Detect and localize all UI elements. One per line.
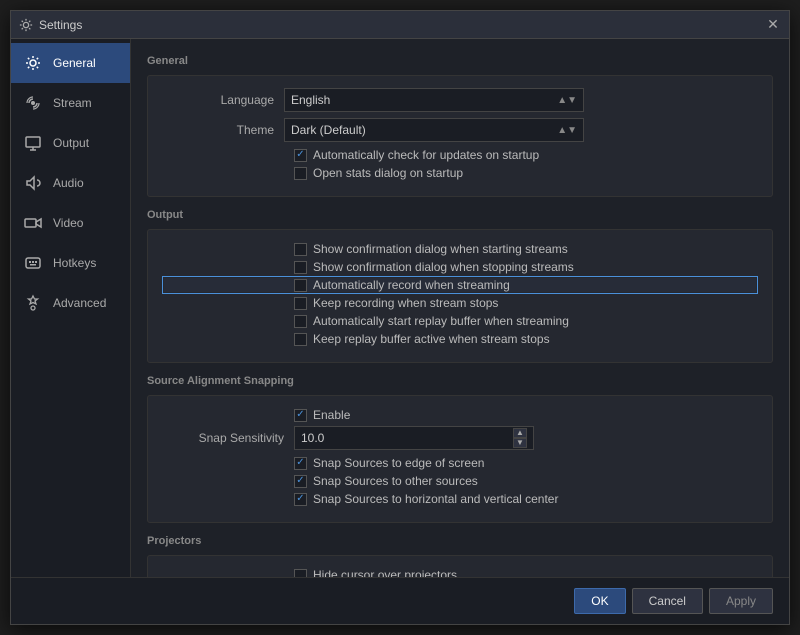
language-value: English bbox=[291, 93, 330, 107]
snap-sensitivity-value: 10.0 bbox=[301, 431, 324, 445]
theme-arrow: ▲▼ bbox=[557, 125, 577, 136]
audio-icon bbox=[23, 173, 43, 193]
snapping-panel: Enable Snap Sensitivity 10.0 ▲ ▼ Snap So… bbox=[147, 395, 773, 523]
sidebar-item-advanced[interactable]: Advanced bbox=[11, 283, 130, 323]
snap-center-row: Snap Sources to horizontal and vertical … bbox=[164, 492, 756, 506]
general-section-label: General bbox=[147, 55, 773, 67]
snap-edge-label: Snap Sources to edge of screen bbox=[313, 456, 484, 470]
confirm-start-row: Show confirmation dialog when starting s… bbox=[164, 242, 756, 256]
main-settings-panel: General Language English ▲▼ Theme Dark (… bbox=[131, 39, 789, 577]
auto-record-row: Automatically record when streaming bbox=[164, 278, 756, 292]
hotkeys-icon bbox=[23, 253, 43, 273]
projectors-panel: Hide cursor over projectors Make project… bbox=[147, 555, 773, 577]
snap-center-label: Snap Sources to horizontal and vertical … bbox=[313, 492, 558, 506]
snap-center-checkbox[interactable] bbox=[294, 493, 307, 506]
snap-edge-row: Snap Sources to edge of screen bbox=[164, 456, 756, 470]
sidebar: General Stream Output Audio bbox=[11, 39, 131, 577]
hide-cursor-row: Hide cursor over projectors bbox=[164, 568, 756, 577]
snap-sensitivity-label: Snap Sensitivity bbox=[164, 431, 294, 445]
auto-update-label: Automatically check for updates on start… bbox=[313, 148, 539, 162]
open-stats-label: Open stats dialog on startup bbox=[313, 166, 463, 180]
language-row: Language English ▲▼ bbox=[164, 88, 756, 112]
sidebar-item-hotkeys[interactable]: Hotkeys bbox=[11, 243, 130, 283]
keep-replay-row: Keep replay buffer active when stream st… bbox=[164, 332, 756, 346]
sidebar-label-output: Output bbox=[53, 136, 89, 150]
apply-button[interactable]: Apply bbox=[709, 588, 773, 614]
snap-other-checkbox[interactable] bbox=[294, 475, 307, 488]
snap-enable-checkbox[interactable] bbox=[294, 409, 307, 422]
projectors-section-label: Projectors bbox=[147, 535, 773, 547]
auto-record-checkbox[interactable] bbox=[294, 279, 307, 292]
sidebar-item-audio[interactable]: Audio bbox=[11, 163, 130, 203]
sidebar-item-general[interactable]: General bbox=[11, 43, 130, 83]
theme-label: Theme bbox=[164, 123, 284, 137]
confirm-stop-row: Show confirmation dialog when stopping s… bbox=[164, 260, 756, 274]
snap-spinbox-arrows: ▲ ▼ bbox=[513, 428, 527, 448]
auto-record-label: Automatically record when streaming bbox=[313, 278, 510, 292]
video-icon bbox=[23, 213, 43, 233]
hide-cursor-label: Hide cursor over projectors bbox=[313, 568, 457, 577]
window-title: Settings bbox=[19, 18, 82, 32]
titlebar: Settings ✕ bbox=[11, 11, 789, 39]
keep-replay-checkbox[interactable] bbox=[294, 333, 307, 346]
theme-select[interactable]: Dark (Default) ▲▼ bbox=[284, 118, 584, 142]
footer: OK Cancel Apply bbox=[11, 577, 789, 624]
snap-sensitivity-row: Snap Sensitivity 10.0 ▲ ▼ bbox=[164, 426, 756, 450]
spin-down-arrow[interactable]: ▼ bbox=[513, 438, 527, 448]
theme-value: Dark (Default) bbox=[291, 123, 366, 137]
confirm-stop-checkbox[interactable] bbox=[294, 261, 307, 274]
keep-replay-label: Keep replay buffer active when stream st… bbox=[313, 332, 550, 346]
snapping-section-label: Source Alignment Snapping bbox=[147, 375, 773, 387]
sidebar-label-hotkeys: Hotkeys bbox=[53, 256, 96, 270]
output-icon bbox=[23, 133, 43, 153]
keep-recording-row: Keep recording when stream stops bbox=[164, 296, 756, 310]
open-stats-row: Open stats dialog on startup bbox=[164, 166, 756, 180]
sidebar-label-advanced: Advanced bbox=[53, 296, 106, 310]
snap-sensitivity-input[interactable]: 10.0 ▲ ▼ bbox=[294, 426, 534, 450]
spin-up-arrow[interactable]: ▲ bbox=[513, 428, 527, 438]
auto-replay-label: Automatically start replay buffer when s… bbox=[313, 314, 569, 328]
cancel-button[interactable]: Cancel bbox=[632, 588, 703, 614]
sidebar-item-output[interactable]: Output bbox=[11, 123, 130, 163]
settings-icon bbox=[19, 18, 33, 32]
snap-edge-checkbox[interactable] bbox=[294, 457, 307, 470]
close-button[interactable]: ✕ bbox=[765, 17, 781, 33]
open-stats-checkbox[interactable] bbox=[294, 167, 307, 180]
language-label: Language bbox=[164, 93, 284, 107]
language-arrow: ▲▼ bbox=[557, 95, 577, 106]
general-panel: Language English ▲▼ Theme Dark (Default)… bbox=[147, 75, 773, 197]
advanced-icon bbox=[23, 293, 43, 313]
snap-other-row: Snap Sources to other sources bbox=[164, 474, 756, 488]
sidebar-label-video: Video bbox=[53, 216, 83, 230]
confirm-start-checkbox[interactable] bbox=[294, 243, 307, 256]
stream-icon bbox=[23, 93, 43, 113]
content-area: General Stream Output Audio bbox=[11, 39, 789, 577]
settings-window: Settings ✕ General Stream bbox=[10, 10, 790, 625]
sidebar-label-audio: Audio bbox=[53, 176, 84, 190]
sidebar-label-general: General bbox=[53, 56, 96, 70]
keep-recording-checkbox[interactable] bbox=[294, 297, 307, 310]
ok-button[interactable]: OK bbox=[574, 588, 625, 614]
output-panel: Show confirmation dialog when starting s… bbox=[147, 229, 773, 363]
hide-cursor-checkbox[interactable] bbox=[294, 569, 307, 578]
auto-update-checkbox[interactable] bbox=[294, 149, 307, 162]
auto-update-row: Automatically check for updates on start… bbox=[164, 148, 756, 162]
output-section-label: Output bbox=[147, 209, 773, 221]
sidebar-item-stream[interactable]: Stream bbox=[11, 83, 130, 123]
general-icon bbox=[23, 53, 43, 73]
keep-recording-label: Keep recording when stream stops bbox=[313, 296, 498, 310]
language-select[interactable]: English ▲▼ bbox=[284, 88, 584, 112]
snap-other-label: Snap Sources to other sources bbox=[313, 474, 478, 488]
confirm-stop-label: Show confirmation dialog when stopping s… bbox=[313, 260, 574, 274]
auto-replay-checkbox[interactable] bbox=[294, 315, 307, 328]
snap-enable-row: Enable bbox=[164, 408, 756, 422]
snap-enable-label: Enable bbox=[313, 408, 350, 422]
sidebar-label-stream: Stream bbox=[53, 96, 92, 110]
confirm-start-label: Show confirmation dialog when starting s… bbox=[313, 242, 568, 256]
sidebar-item-video[interactable]: Video bbox=[11, 203, 130, 243]
auto-replay-row: Automatically start replay buffer when s… bbox=[164, 314, 756, 328]
theme-row: Theme Dark (Default) ▲▼ bbox=[164, 118, 756, 142]
